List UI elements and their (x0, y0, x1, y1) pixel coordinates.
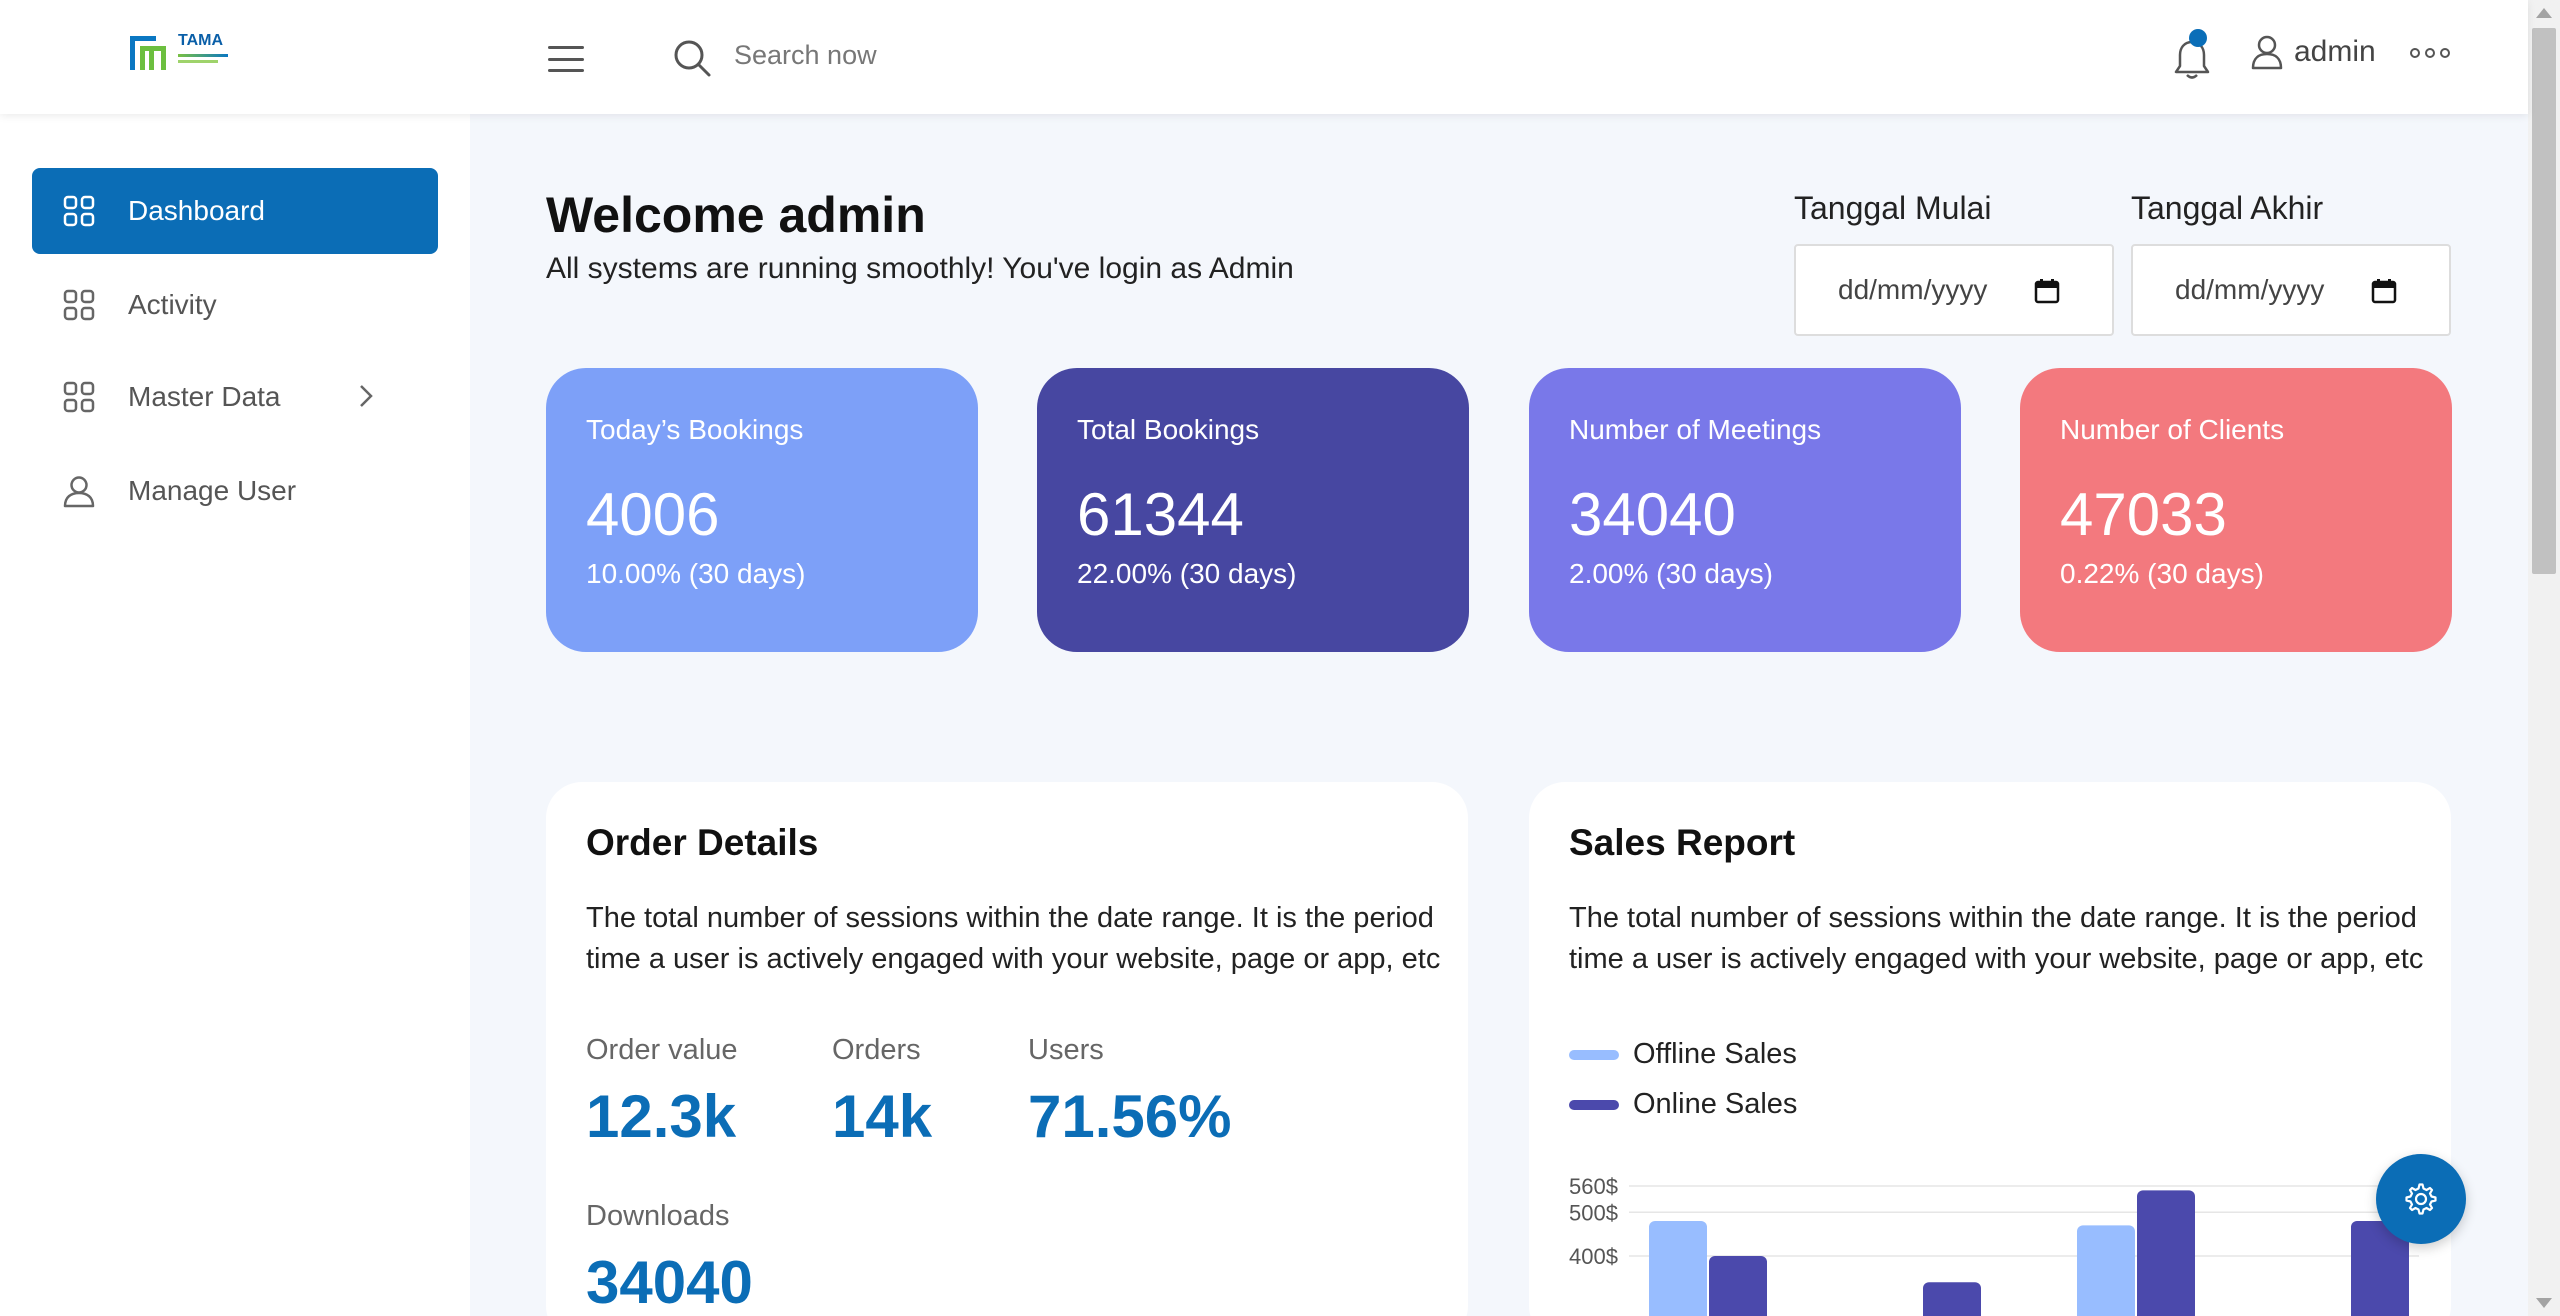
chart-bar-offline-sales[interactable] (1649, 1221, 1707, 1316)
sales-bar-chart: 560$500$ 400$ (1569, 1174, 2419, 1316)
sidebar-item-master-data[interactable]: Master Data (32, 354, 438, 440)
sidebar: Dashboard Activity Master Data Manage Us… (0, 114, 470, 1316)
start-date-placeholder: dd/mm/yyyy (1838, 274, 1988, 305)
tama-logo-icon (130, 36, 166, 70)
stat-value: 61344 (1077, 481, 1244, 548)
stat-card-number-of-meetings: Number of Meetings 34040 2.00% (30 days) (1529, 368, 1961, 652)
logo-text: TAMA (178, 32, 224, 49)
user-icon (2251, 35, 2283, 70)
stat-value: 47033 (2060, 481, 2227, 548)
stat-change: 2.00% (30 days) (1569, 558, 1773, 589)
gear-icon (2405, 1183, 2437, 1215)
chevron-right-icon (360, 385, 373, 407)
sidebar-item-manage-user[interactable]: Manage User (32, 448, 438, 534)
chart-bar-online-sales[interactable] (2137, 1190, 2195, 1316)
legend-label: Online Sales (1633, 1088, 1798, 1120)
sidebar-item-label: Manage User (128, 475, 297, 506)
metric-label: Order value (586, 1034, 738, 1066)
stat-change: 22.00% (30 days) (1077, 558, 1297, 589)
legend-swatch (1569, 1099, 1619, 1110)
grid-icon (63, 195, 95, 227)
panel-description: The total number of sessions within the … (1569, 902, 2424, 975)
end-date-label: Tanggal Akhir (2131, 190, 2324, 226)
scroll-down-arrow[interactable] (2536, 1298, 2552, 1308)
grid-icon (63, 381, 95, 413)
stat-change: 0.22% (30 days) (2060, 558, 2264, 589)
page-title: Welcome admin (546, 187, 926, 243)
stat-value: 34040 (1569, 481, 1736, 548)
user-name: admin (2294, 35, 2376, 68)
stat-title: Number of Meetings (1569, 414, 1822, 445)
y-tick-label: 500$ (1569, 1200, 1618, 1225)
sidebar-item-label: Activity (128, 289, 217, 320)
sales-report-panel: Sales Report The total number of session… (1529, 782, 2451, 1316)
legend-label: Offline Sales (1633, 1038, 1797, 1070)
stat-title: Total Bookings (1077, 414, 1260, 445)
legend-swatch (1569, 1049, 1619, 1060)
top-header: TAMA admin (0, 0, 2528, 114)
page-subtitle: All systems are running smoothly! You've… (546, 252, 1294, 285)
metric-label: Users (1028, 1034, 1104, 1066)
metric-label: Orders (832, 1034, 921, 1066)
legend-item-online-sales[interactable]: Online Sales (1569, 1088, 1797, 1121)
chart-bar-offline-sales[interactable] (2077, 1225, 2135, 1316)
end-date-input[interactable]: dd/mm/yyyy (2131, 244, 2451, 336)
metric-value: 71.56% (1028, 1083, 1232, 1150)
panel-title: Sales Report (1569, 822, 1796, 863)
stat-title: Number of Clients (2060, 414, 2285, 445)
metric-value: 12.3k (586, 1083, 737, 1150)
stat-card-total-bookings: Total Bookings 61344 22.00% (30 days) (1037, 368, 1469, 652)
user-icon (63, 476, 95, 508)
notification-badge (2189, 29, 2207, 47)
calendar-icon[interactable] (2034, 278, 2060, 304)
metric-value: 14k (832, 1083, 933, 1150)
sidebar-item-label: Master Data (128, 381, 281, 412)
more-options-icon[interactable] (2410, 48, 2450, 58)
brand-logo[interactable]: TAMA (126, 32, 228, 74)
stat-card-todays-bookings: Today’s Bookings 4006 10.00% (30 days) (546, 368, 978, 652)
panel-title: Order Details (586, 822, 819, 863)
stat-change: 10.00% (30 days) (586, 558, 806, 589)
order-details-panel: Order Details The total number of sessio… (546, 782, 1468, 1316)
grid-icon (63, 289, 95, 321)
sidebar-item-activity[interactable]: Activity (32, 262, 438, 348)
sidebar-item-label: Dashboard (128, 195, 265, 226)
stat-card-number-of-clients: Number of Clients 47033 0.22% (30 days) (2020, 368, 2452, 652)
stat-value: 4006 (586, 481, 720, 548)
sidebar-item-dashboard[interactable]: Dashboard (32, 168, 438, 254)
stat-title: Today’s Bookings (586, 414, 804, 445)
user-profile-menu[interactable]: admin (2250, 34, 2376, 70)
panel-description: The total number of sessions within the … (586, 902, 1441, 975)
menu-toggle-button[interactable] (548, 46, 584, 72)
y-tick-label: 560$ (1569, 1174, 1618, 1199)
start-date-label: Tanggal Mulai (1794, 190, 1992, 226)
start-date-input[interactable]: dd/mm/yyyy (1794, 244, 2114, 336)
y-tick-label: 400$ (1569, 1244, 1618, 1269)
metric-label: Downloads (586, 1200, 730, 1232)
chart-bar-online-sales[interactable] (1709, 1256, 1767, 1316)
end-date-placeholder: dd/mm/yyyy (2175, 274, 2325, 305)
calendar-icon[interactable] (2371, 278, 2397, 304)
metric-value: 34040 (586, 1249, 753, 1316)
chart-bar-online-sales[interactable] (1923, 1282, 1981, 1316)
settings-button[interactable] (2376, 1154, 2466, 1244)
scrollbar-thumb[interactable] (2532, 28, 2556, 574)
legend-item-offline-sales[interactable]: Offline Sales (1569, 1038, 1797, 1071)
search-input[interactable] (734, 34, 1234, 76)
search-icon[interactable] (672, 38, 712, 78)
scroll-up-arrow[interactable] (2536, 8, 2552, 18)
